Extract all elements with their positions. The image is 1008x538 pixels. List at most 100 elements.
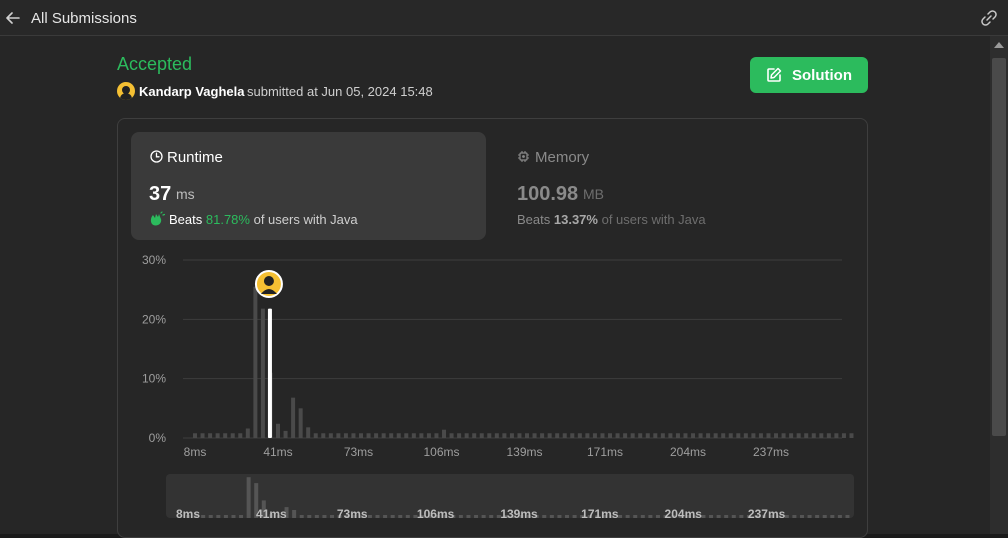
overview-bar xyxy=(322,515,327,518)
overview-bar xyxy=(701,515,706,518)
runtime-distribution-chart[interactable]: 30% 20% 10% 0% 8ms 41ms 73ms 106ms 139ms 171ms 204… xyxy=(0,0,1008,534)
chart-bar xyxy=(668,433,673,438)
chart-bar xyxy=(743,433,748,438)
chart-bar xyxy=(721,433,726,438)
chart-bar xyxy=(608,433,613,438)
overview-bar xyxy=(792,515,797,518)
chart-bar xyxy=(532,433,537,438)
y-tick-label: 30% xyxy=(142,253,166,267)
chart-bar xyxy=(766,433,771,438)
chart-bar xyxy=(245,428,250,438)
chart-bar xyxy=(389,433,394,438)
chart-bar xyxy=(570,433,575,438)
x-tick-label: 139ms xyxy=(506,445,542,459)
overview-x-tick-label: 139ms xyxy=(500,507,538,521)
overview-bar xyxy=(223,515,228,518)
chart-bar xyxy=(276,423,281,438)
x-tick-label: 237ms xyxy=(753,445,789,459)
chart-bar xyxy=(449,433,454,438)
chart-bar xyxy=(728,433,733,438)
chart-bar xyxy=(585,433,590,438)
chart-bar xyxy=(291,397,296,438)
chart-bar xyxy=(691,433,696,438)
x-tick-label: 73ms xyxy=(344,445,373,459)
x-tick-label: 41ms xyxy=(263,445,292,459)
overview-bar xyxy=(307,515,312,518)
chart-bar xyxy=(472,433,477,438)
x-tick-label: 106ms xyxy=(423,445,459,459)
chart-bar xyxy=(645,433,650,438)
overview-bar xyxy=(557,515,562,518)
chart-bar xyxy=(653,433,658,438)
overview-bar xyxy=(208,515,213,518)
chart-bar xyxy=(260,308,265,438)
chart-bar xyxy=(804,433,809,438)
chart-bar xyxy=(351,433,356,438)
chart-bar xyxy=(464,433,469,438)
overview-x-tick-label: 8ms xyxy=(176,507,200,521)
chart-bar xyxy=(502,433,507,438)
chart-bar xyxy=(230,433,235,438)
chart-bar xyxy=(298,408,303,438)
overview-bar xyxy=(822,515,827,518)
chart-bar xyxy=(540,433,545,438)
y-tick-label: 0% xyxy=(149,431,167,445)
chart-bar xyxy=(774,433,779,438)
chart-bar xyxy=(434,433,439,438)
chart-bar xyxy=(223,433,228,438)
y-tick-label: 20% xyxy=(142,312,166,326)
x-tick-label: 204ms xyxy=(670,445,706,459)
overview-bar xyxy=(648,515,653,518)
chart-bar xyxy=(487,433,492,438)
chart-bar xyxy=(819,433,824,438)
overview-bar xyxy=(799,515,804,518)
overview-bar xyxy=(314,515,319,518)
overview-x-tick-label: 106ms xyxy=(417,507,455,521)
overview-bar xyxy=(709,515,714,518)
chart-bar xyxy=(675,433,680,438)
overview-bar xyxy=(292,510,297,518)
overview-bar xyxy=(640,515,645,518)
overview-bar xyxy=(466,515,471,518)
chart-bar xyxy=(253,286,258,438)
overview-bar xyxy=(390,515,395,518)
chart-bar xyxy=(638,433,643,438)
overview-x-tick-label: 41ms xyxy=(256,507,287,521)
chart-bar xyxy=(374,433,379,438)
chart-bar xyxy=(343,433,348,438)
chart-bar xyxy=(509,433,514,438)
chart-bar xyxy=(193,433,197,438)
overview-bar xyxy=(383,515,388,518)
overview-bar xyxy=(807,515,812,518)
overview-x-tick-label: 237ms xyxy=(748,507,786,521)
chart-bar xyxy=(396,433,401,438)
overview-bar xyxy=(618,515,623,518)
highlight-bar xyxy=(267,308,272,438)
x-tick-label: 171ms xyxy=(587,445,623,459)
chart-bar xyxy=(758,433,763,438)
chart-bar xyxy=(834,433,839,438)
chart-bar xyxy=(736,433,741,438)
avatar-marker-face xyxy=(263,276,274,286)
chart-bar xyxy=(306,427,311,438)
overview-bar xyxy=(655,515,660,518)
chart-bar xyxy=(849,433,854,438)
y-tick-label: 10% xyxy=(142,372,166,386)
chart-bar xyxy=(713,433,718,438)
overview-bar xyxy=(815,515,820,518)
overview-bar xyxy=(375,515,380,518)
overview-bar xyxy=(398,515,403,518)
overview-bar xyxy=(837,515,842,518)
chart-bar xyxy=(328,433,333,438)
overview-bar xyxy=(565,515,570,518)
chart-bar xyxy=(600,433,605,438)
overview-bar xyxy=(716,515,721,518)
chart-bar xyxy=(208,433,213,438)
overview-bar xyxy=(784,515,789,518)
overview-bar xyxy=(299,515,304,518)
overview-bar xyxy=(572,515,577,518)
overview-x-tick-label: 204ms xyxy=(665,507,703,521)
chart-bar xyxy=(336,433,341,438)
overview-bar xyxy=(549,515,554,518)
chart-bar xyxy=(215,433,220,438)
